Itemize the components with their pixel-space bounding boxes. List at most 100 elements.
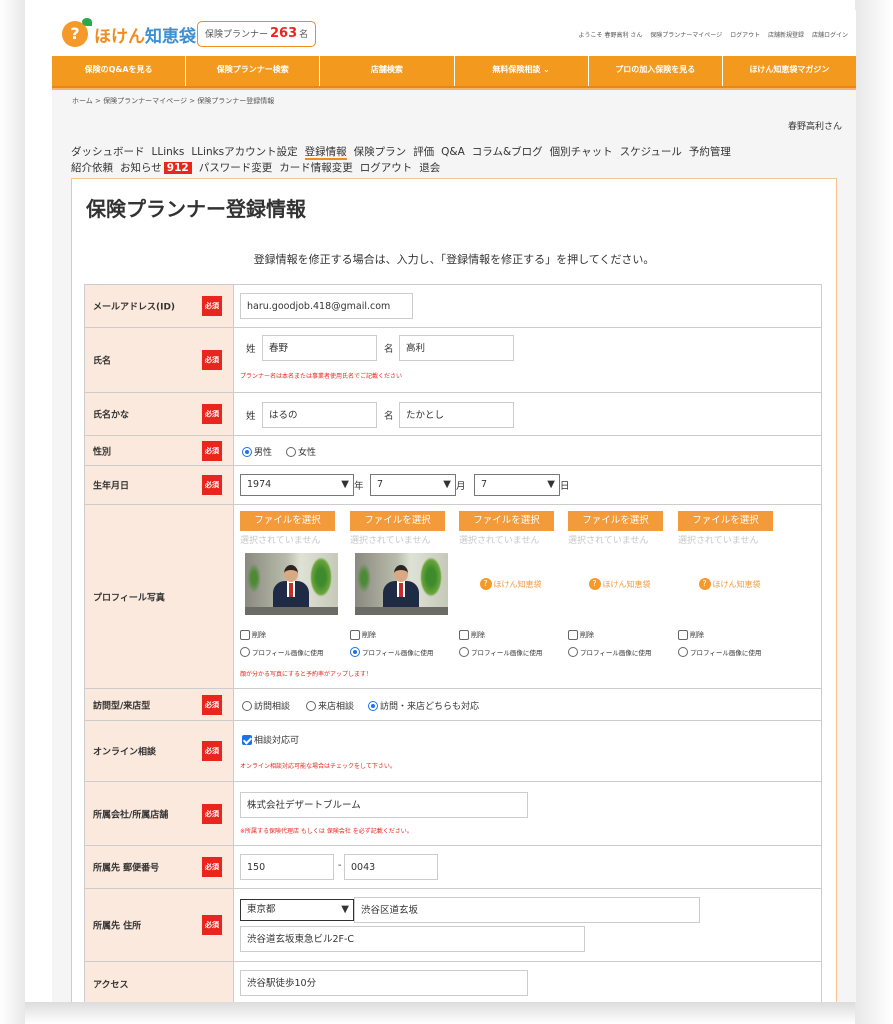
use-as-profile-radio[interactable]: プロフィール画像に使用 xyxy=(459,647,542,657)
link-shop-login[interactable]: 店舗ログイン xyxy=(812,32,848,39)
name-label: 氏名 xyxy=(93,356,112,367)
company-note: ※所属する保険代理店 もしくは 保険会社 を必ず記載ください。 xyxy=(240,828,413,835)
checkbox-icon xyxy=(678,630,688,640)
birth-year-select[interactable]: 1974 ▼ xyxy=(240,474,354,496)
nav-planner-search[interactable]: 保険プランナー検索 xyxy=(186,56,321,86)
required-badge: 必須 xyxy=(202,694,222,715)
company-input[interactable]: 株式会社デザートブルーム xyxy=(240,792,528,818)
menu-logout[interactable]: ログアウト xyxy=(360,162,413,174)
file-status: 選択されていません xyxy=(240,536,321,546)
breadcrumb[interactable]: ホーム > 保険プランナーマイページ > 保険プランナー登録情報 xyxy=(72,96,274,106)
placeholder-logo-thumbnail: ? ほけん知恵袋 xyxy=(683,553,776,615)
use-as-profile-radio[interactable]: プロフィール画像に使用 xyxy=(678,647,761,657)
field-cell: 姓 はるの 名 たかとし xyxy=(234,393,821,435)
logo-mark-icon: ? xyxy=(479,578,492,590)
site-logo[interactable]: ? ほけん知恵袋 xyxy=(62,18,196,49)
nav-free-consult[interactable]: 無料保険相談 ⌄ xyxy=(455,56,589,86)
menu-notices[interactable]: お知らせ xyxy=(120,162,162,174)
field-cell: 訪問相談 来店相談 訪問・来店どちらも対応 xyxy=(234,689,821,720)
menu-reservations[interactable]: 予約管理 xyxy=(689,146,731,158)
online-label: オンライン相談 xyxy=(93,747,157,758)
delete-checkbox[interactable]: 削除 xyxy=(240,630,266,640)
label-cell: 生年月日 必須 xyxy=(85,466,234,504)
nav-magazine[interactable]: ほけん知恵袋マガジン xyxy=(723,56,856,86)
placeholder-logo-thumbnail: ? ほけん知恵袋 xyxy=(573,553,666,615)
row-online: オンライン相談 必須 相談対応可 オンライン相談対応可能な場合はチェックをして下… xyxy=(84,721,822,782)
gender-female-radio[interactable]: 女性 xyxy=(286,445,316,458)
birth-month-select[interactable]: 7 ▼ xyxy=(370,474,456,496)
menu-llinks[interactable]: LLinks xyxy=(152,146,185,158)
menu-insurance-plan[interactable]: 保険プラン xyxy=(354,146,407,158)
field-cell: 150 - 0043 xyxy=(234,846,821,888)
notice-badge: 912 xyxy=(163,162,192,174)
use-as-profile-radio[interactable]: プロフィール画像に使用 xyxy=(568,647,651,657)
both-radio[interactable]: 訪問・来店どちらも対応 xyxy=(368,699,479,712)
content-panel: 保険プランナー登録情報 登録情報を修正する場合は、入力し、「登録情報を修正する」… xyxy=(71,178,837,1002)
menu-dashboard[interactable]: ダッシュボード xyxy=(71,146,145,158)
row-zip: 所属先 郵便番号 必須 150 - 0043 xyxy=(84,846,822,889)
nav-shop-search[interactable]: 店舗検索 xyxy=(320,56,455,86)
label-cell: 所属会社/所属店舗 必須 xyxy=(85,782,234,845)
delete-checkbox[interactable]: 削除 xyxy=(678,630,704,640)
menu-reviews[interactable]: 評価 xyxy=(413,146,434,158)
menu-chat[interactable]: 個別チャット xyxy=(550,146,613,158)
year-unit: 年 xyxy=(354,481,364,492)
menu-referrals[interactable]: 紹介依頼 xyxy=(71,162,113,174)
menu-withdraw[interactable]: 退会 xyxy=(419,162,440,174)
use-as-profile-radio[interactable]: プロフィール画像に使用 xyxy=(240,647,323,657)
radio-unselected-icon xyxy=(306,700,316,711)
link-mypage[interactable]: 保険プランナーマイページ xyxy=(650,32,722,39)
menu-registration-info[interactable]: 登録情報 xyxy=(304,146,347,160)
file-select-button[interactable]: ファイルを選択 xyxy=(678,511,773,531)
nav-qa[interactable]: 保険のQ&Aを見る xyxy=(52,56,187,86)
menu-password[interactable]: パスワード変更 xyxy=(199,162,273,174)
first-kana-label: 名 xyxy=(384,411,394,422)
first-kana-input[interactable]: たかとし xyxy=(399,402,514,428)
chevron-down-icon: ▼ xyxy=(341,479,349,490)
online-checkbox[interactable]: 相談対応可 xyxy=(242,733,299,746)
menu-llinks-account[interactable]: LLinksアカウント設定 xyxy=(191,146,297,158)
nav-pro-insurance[interactable]: プロの加入保険を見る xyxy=(589,56,723,86)
zip-input-2[interactable]: 0043 xyxy=(344,854,438,880)
row-address: 所属先 住所 必須 東京都 ▼ 渋谷区道玄坂 渋谷道玄坂東急ビル2F-C xyxy=(84,889,822,962)
placeholder-logo-text: ほけん知恵袋 xyxy=(712,579,761,589)
file-select-button[interactable]: ファイルを選択 xyxy=(240,511,335,531)
file-status: 選択されていません xyxy=(350,536,431,546)
store-radio[interactable]: 来店相談 xyxy=(306,699,354,712)
field-cell: ファイルを選択 選択されていません 削除 プロフィール画像に使用 ファイルを選択… xyxy=(234,505,821,688)
gender-male-radio[interactable]: 男性 xyxy=(242,445,272,458)
file-status: 選択されていません xyxy=(678,536,759,546)
visit-type-label: 訪問型/来店型 xyxy=(93,701,151,711)
file-select-button[interactable]: ファイルを選択 xyxy=(459,511,554,531)
first-name-input[interactable]: 高利 xyxy=(399,335,514,361)
address-line2-input[interactable]: 渋谷道玄坂東急ビル2F-C xyxy=(240,926,585,952)
label-cell: 性別 必須 xyxy=(85,436,234,465)
last-kana-input[interactable]: はるの xyxy=(262,402,377,428)
email-input[interactable]: haru.goodjob.418@gmail.com xyxy=(240,293,413,319)
nav-divider xyxy=(52,88,856,90)
logo-mark-icon: ? xyxy=(588,578,601,590)
visit-radio[interactable]: 訪問相談 xyxy=(242,699,290,712)
zip-input-1[interactable]: 150 xyxy=(240,854,334,880)
field-cell: 株式会社デザートブルーム ※所属する保険代理店 もしくは 保険会社 を必ず記載く… xyxy=(234,782,821,845)
menu-column-blog[interactable]: コラム&ブログ xyxy=(472,146,543,158)
delete-checkbox[interactable]: 削除 xyxy=(350,630,376,640)
menu-qa[interactable]: Q&A xyxy=(441,146,465,158)
link-shop-register[interactable]: 店舗新規登録 xyxy=(768,32,804,39)
delete-checkbox[interactable]: 削除 xyxy=(568,630,594,640)
menu-schedule[interactable]: スケジュール xyxy=(620,146,682,158)
birth-day-select[interactable]: 7 ▼ xyxy=(474,474,560,496)
birth-month-value: 7 xyxy=(377,479,384,490)
prefecture-select[interactable]: 東京都 ▼ xyxy=(240,899,354,921)
file-select-button[interactable]: ファイルを選択 xyxy=(350,511,445,531)
access-input[interactable]: 渋谷駅徒歩10分 xyxy=(240,970,528,996)
row-company: 所属会社/所属店舗 必須 株式会社デザートブルーム ※所属する保険代理店 もしく… xyxy=(84,782,822,846)
last-name-input[interactable]: 春野 xyxy=(262,335,377,361)
use-label: プロフィール画像に使用 xyxy=(252,649,324,657)
use-as-profile-radio[interactable]: プロフィール画像に使用 xyxy=(350,647,433,657)
delete-checkbox[interactable]: 削除 xyxy=(459,630,485,640)
link-logout[interactable]: ログアウト xyxy=(730,32,760,39)
file-select-button[interactable]: ファイルを選択 xyxy=(568,511,663,531)
menu-card-info[interactable]: カード情報変更 xyxy=(279,162,353,174)
city-input[interactable]: 渋谷区道玄坂 xyxy=(354,897,700,923)
